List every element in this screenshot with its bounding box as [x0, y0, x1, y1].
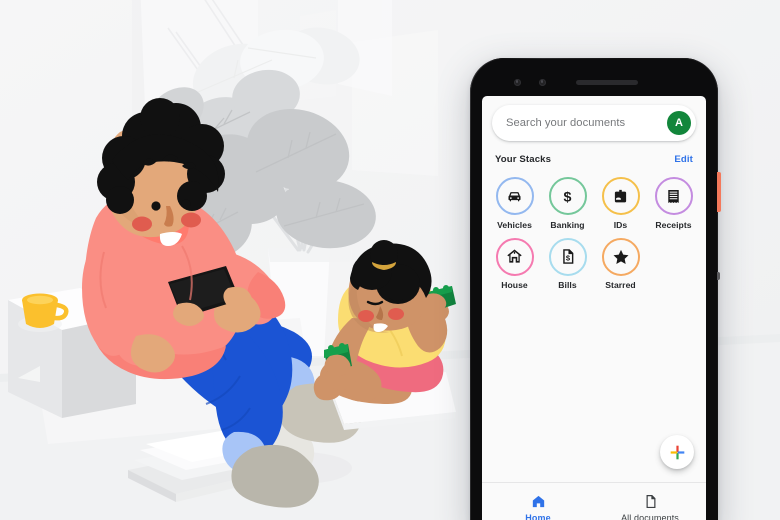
search-input[interactable]: Search your documents A — [492, 105, 696, 141]
stack-ring — [654, 177, 693, 215]
search-placeholder: Search your documents — [506, 117, 626, 129]
home-icon — [532, 495, 544, 507]
add-button[interactable] — [660, 435, 694, 469]
receipt-icon — [668, 189, 679, 203]
stack-ring: $ — [548, 237, 587, 276]
stack-item-vehicles[interactable]: Vehicles — [488, 177, 541, 230]
stack-item-banking[interactable]: $ Banking — [541, 177, 594, 230]
adult-cheek-right — [181, 212, 201, 228]
volume-button[interactable] — [717, 272, 720, 280]
phone-screen: Search your documents A Your Stacks Edit… — [482, 96, 706, 520]
stack-label: Banking — [550, 219, 585, 230]
stack-item-house[interactable]: House — [488, 237, 541, 290]
stack-label: Bills — [558, 280, 577, 290]
dollar-icon: $ — [564, 189, 572, 205]
adult-eye-left — [151, 201, 161, 211]
id-card-icon — [614, 189, 627, 202]
avatar[interactable]: A — [667, 111, 691, 135]
stack-ring — [495, 177, 534, 215]
stack-ring: $ — [548, 177, 587, 215]
sensor-dot-icon — [539, 79, 546, 86]
adult-cheek-left — [132, 216, 152, 232]
camera-dot-icon — [514, 79, 521, 86]
svg-text:$: $ — [566, 253, 571, 262]
car-icon — [508, 191, 521, 201]
stacks-section-header: Your Stacks Edit — [482, 141, 706, 165]
stack-item-bills[interactable]: $ Bills — [541, 237, 594, 290]
stack-label: House — [501, 280, 528, 290]
content-empty-area — [482, 290, 706, 482]
plus-icon — [670, 445, 684, 459]
stack-ring — [495, 237, 534, 276]
stack-label: IDs — [613, 219, 628, 230]
power-button[interactable] — [717, 172, 721, 212]
edit-stacks-button[interactable]: Edit — [674, 154, 693, 165]
stack-ring — [601, 177, 640, 215]
nav-label: All documents — [621, 512, 679, 520]
page-title: Your Stacks — [495, 154, 552, 165]
stack-ring — [601, 237, 640, 276]
nav-item-all-documents[interactable]: All documents — [594, 483, 706, 520]
adult-eye-right — [181, 199, 191, 209]
stacks-grid: Vehicles $ Banking IDs Receipts House $ … — [482, 165, 706, 290]
toddler-cheek-left — [358, 310, 374, 322]
house-icon — [507, 249, 522, 263]
stack-label: Starred — [605, 280, 636, 290]
stack-label: Receipts — [655, 219, 692, 230]
document-icon — [646, 494, 655, 508]
star-icon — [613, 249, 628, 264]
stack-label: Vehicles — [497, 219, 532, 230]
phone-mockup: Search your documents A Your Stacks Edit… — [470, 58, 721, 520]
bottom-navigation: Home All documents — [482, 482, 706, 520]
wall-panel-right — [352, 30, 438, 176]
toddler-cheek-right — [388, 308, 404, 320]
bill-icon: $ — [563, 249, 574, 264]
nav-label: Home — [525, 512, 551, 520]
svg-text:$: $ — [564, 189, 572, 205]
search-region: Search your documents A — [482, 96, 706, 141]
earpiece-speaker-icon — [576, 80, 638, 85]
stack-item-receipts[interactable]: Receipts — [647, 177, 700, 230]
stack-item-ids[interactable]: IDs — [594, 177, 647, 230]
nav-item-home[interactable]: Home — [482, 483, 594, 520]
stack-item-starred[interactable]: Starred — [594, 237, 647, 290]
